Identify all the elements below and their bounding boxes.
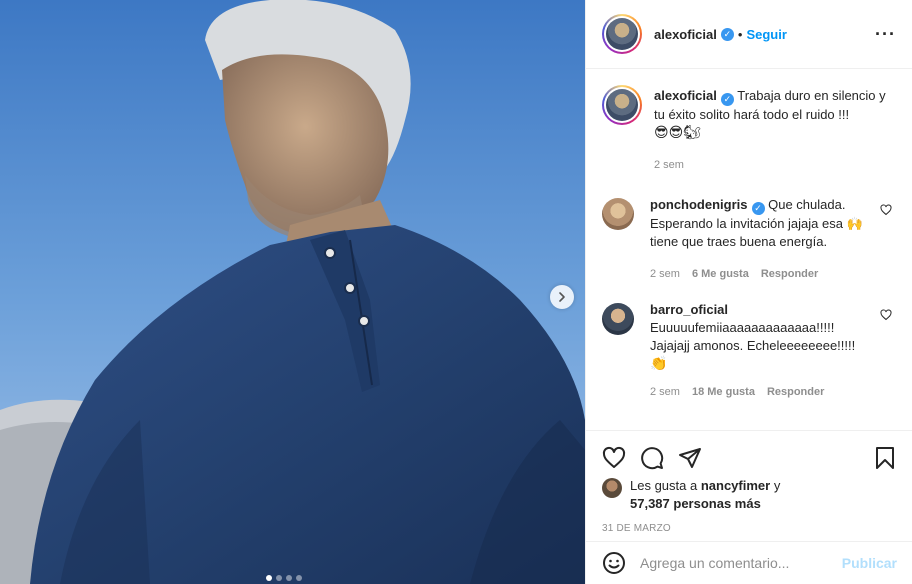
chevron-right-icon	[559, 292, 565, 302]
liker-username[interactable]: nancyfimer	[701, 478, 770, 493]
commenter-avatar[interactable]	[602, 198, 634, 230]
caption-avatar[interactable]	[602, 85, 642, 125]
commenter-avatar[interactable]	[602, 303, 634, 335]
carousel-dot	[276, 575, 282, 581]
author-username[interactable]: alexoficial	[654, 27, 717, 42]
comment-time[interactable]: 2 sem	[650, 265, 680, 283]
publish-button[interactable]: Publicar	[842, 555, 897, 571]
comment-like-heart-icon[interactable]	[880, 204, 892, 219]
emoji-smiley-icon[interactable]	[602, 551, 626, 575]
comment-like-heart-icon[interactable]	[880, 309, 892, 324]
reply-button[interactable]: Responder	[761, 265, 818, 283]
avatar-image	[606, 18, 638, 50]
comment-username[interactable]: ponchodenigris	[650, 197, 748, 212]
comment-time[interactable]: 2 sem	[650, 383, 680, 401]
likes-count[interactable]: 57,387 personas más	[630, 496, 761, 511]
comments-list: alexoficial ✓ Trabaja duro en silencio y …	[586, 69, 912, 429]
photo-illustration	[0, 0, 585, 584]
likes-prefix: Les gusta a	[630, 478, 698, 493]
separator-dot: •	[737, 26, 743, 42]
carousel-dot	[296, 575, 302, 581]
carousel-indicator	[266, 575, 302, 581]
post-photo[interactable]	[0, 0, 585, 584]
instagram-post: alexoficial ✓ • Seguir ··· alexoficial ✓ …	[0, 0, 912, 584]
comment-item: barro_oficial Euuuuufemiiaaaaaaaaaaaaa!!…	[602, 301, 896, 401]
caption: alexoficial ✓ Trabaja duro en silencio y …	[602, 85, 896, 174]
add-comment-bar: Publicar	[586, 541, 912, 584]
post-header: alexoficial ✓ • Seguir ···	[586, 0, 912, 69]
bookmark-icon[interactable]	[873, 446, 897, 470]
follow-button[interactable]: Seguir	[746, 27, 786, 42]
caption-time[interactable]: 2 sem	[654, 156, 684, 174]
liker-avatar	[602, 478, 622, 498]
post-date[interactable]: 31 DE MARZO	[586, 513, 912, 534]
action-bar	[586, 431, 912, 477]
comment-likes[interactable]: 6 Me gusta	[692, 265, 749, 283]
verified-badge-icon: ✓	[720, 27, 734, 41]
comment-text: Euuuuufemiiaaaaaaaaaaaaa!!!!! Jajajajj a…	[650, 320, 856, 353]
likes-connector: y	[773, 478, 781, 493]
verified-badge-icon: ✓	[751, 202, 765, 215]
post-actions-section: Les gusta a nancyfimer y 57,387 personas…	[586, 430, 912, 534]
reply-button[interactable]: Responder	[767, 383, 824, 401]
comment-likes[interactable]: 18 Me gusta	[692, 383, 755, 401]
carousel-next-button[interactable]	[550, 285, 574, 309]
comment-username[interactable]: barro_oficial	[650, 302, 728, 317]
post-sidebar: alexoficial ✓ • Seguir ··· alexoficial ✓ …	[585, 0, 912, 584]
share-paper-plane-icon[interactable]	[678, 446, 702, 470]
comment-input[interactable]	[640, 555, 842, 571]
carousel-dot	[266, 575, 272, 581]
likes-summary: Les gusta a nancyfimer y 57,387 personas…	[586, 477, 912, 513]
more-options-icon[interactable]: ···	[875, 24, 896, 45]
comment-item: ponchodenigris ✓ Que chulada. Esperando l…	[602, 196, 896, 283]
comment-bubble-icon[interactable]	[640, 446, 664, 470]
like-heart-icon[interactable]	[602, 446, 626, 470]
carousel-dot	[286, 575, 292, 581]
verified-badge-icon: ✓	[720, 93, 734, 106]
comment-emojis: 👏	[650, 356, 668, 372]
author-avatar[interactable]	[602, 14, 642, 54]
caption-emojis: 😎😎🐿	[654, 125, 701, 141]
caption-username[interactable]: alexoficial	[654, 88, 717, 103]
